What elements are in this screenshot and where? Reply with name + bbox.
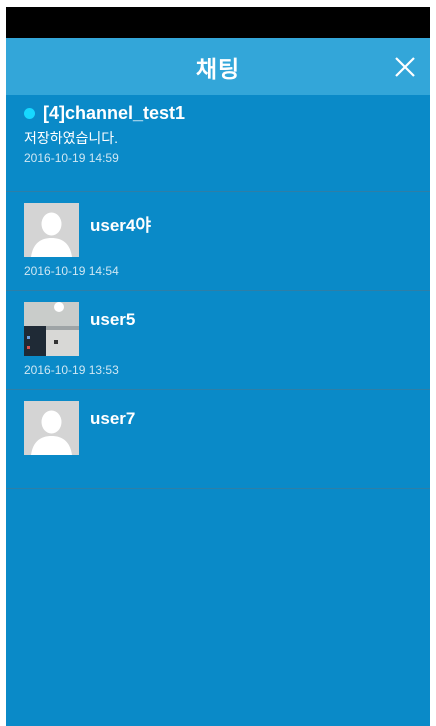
channel-timestamp: 2016-10-19 14:59: [24, 151, 119, 165]
user-name: user7: [90, 409, 136, 428]
avatar: [24, 401, 79, 455]
user-item-user5[interactable]: user5 2016-10-19 13:53: [6, 291, 430, 390]
channel-title: [4]channel_test1: [43, 103, 186, 123]
user-name: user4야: [90, 216, 152, 235]
user-timestamp: 2016-10-19 13:53: [24, 363, 119, 377]
channel-last-message: 저장하였습니다.: [24, 130, 119, 146]
default-avatar-icon: [24, 401, 79, 455]
close-icon: [395, 57, 415, 77]
channel-item[interactable]: [4]channel_test1 저장하였습니다. 2016-10-19 14:…: [6, 95, 430, 192]
default-avatar-icon: [24, 203, 79, 257]
status-bar: [6, 7, 430, 38]
user-timestamp: 2016-10-19 14:54: [24, 264, 119, 278]
channel-title-row: [4]channel_test1: [24, 103, 414, 124]
online-dot-icon: [24, 108, 35, 119]
chat-list: [4]channel_test1 저장하였습니다. 2016-10-19 14:…: [6, 95, 430, 489]
page-title: 채팅: [195, 55, 241, 82]
user-name: user5: [90, 310, 136, 329]
close-button[interactable]: [390, 52, 420, 82]
user-item-user7[interactable]: user7: [6, 390, 430, 489]
app-frame: 채팅 [4]channel_test1 저장하였습니다. 2016-10-19 …: [6, 7, 430, 726]
user-item-user4[interactable]: user4야 2016-10-19 14:54: [6, 192, 430, 291]
header: 채팅: [6, 38, 430, 95]
avatar: [24, 302, 79, 356]
photo-avatar: [24, 302, 79, 356]
avatar: [24, 203, 79, 257]
